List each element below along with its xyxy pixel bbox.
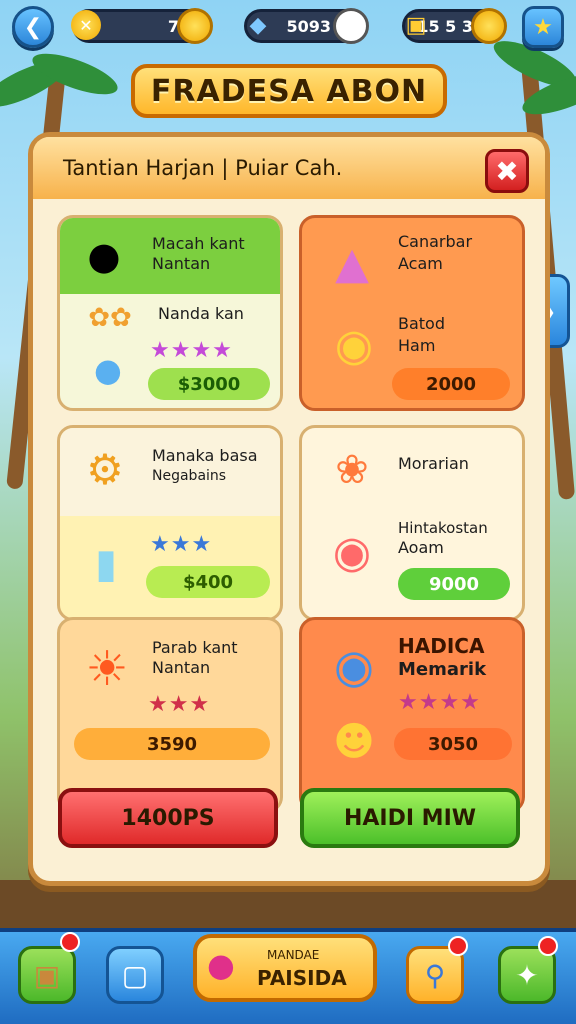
item-title: Canarbar	[398, 232, 473, 251]
fruit-icon: ◉	[332, 526, 372, 578]
back-button[interactable]: ❮	[12, 6, 54, 48]
coin-icon	[177, 8, 213, 44]
nav-main-label-2: PAISIDA	[257, 966, 347, 990]
item-title: HADICA	[398, 634, 485, 658]
rating-stars: ★★★	[150, 532, 213, 557]
rating-stars: ★★★★	[398, 690, 481, 715]
item-title: Morarian	[398, 454, 469, 473]
back-arrow-icon: ❮	[23, 14, 43, 40]
gem-icon: ◆	[249, 12, 267, 38]
shop-item-card[interactable]: ⚙ Manaka basa Negabains ▮ ★★★ $400	[57, 425, 283, 621]
item-desc-2: Aoam	[398, 538, 444, 557]
item-desc: Batod	[398, 314, 445, 333]
shop-item-card[interactable]: ☀ Parab kant Nantan ★★★ 3590	[57, 617, 283, 813]
panel-header-text: Tantian Harjan | Puiar Cah.	[63, 156, 343, 180]
nav-shop-button[interactable]: ▣	[18, 946, 76, 1004]
item-subtitle: Nantan	[152, 254, 211, 273]
notification-badge	[538, 936, 558, 956]
left-action-label: 1400PS	[121, 805, 215, 831]
timer-icon	[333, 8, 369, 44]
shop-item-card[interactable]: ▲ Canarbar Acam ◉ Batod Ham 2000	[299, 215, 525, 411]
price-tag[interactable]: $3000	[148, 368, 270, 400]
price-tag[interactable]: 9000	[398, 568, 510, 600]
panel-header: Tantian Harjan | Puiar Cah.	[33, 137, 545, 199]
price-value: 9000	[428, 573, 480, 595]
close-icon: ✖	[495, 154, 519, 188]
rating-stars: ★★★★	[150, 338, 233, 363]
currency-counter-2: ◆ 5093	[244, 8, 369, 44]
coin-icon	[471, 8, 507, 44]
price-tag[interactable]: 3590	[74, 728, 270, 760]
currency-counter-3: ▣ 15 5 3	[402, 8, 507, 44]
item-desc: Nanda kan	[158, 304, 244, 323]
item-subtitle: Negabains	[152, 468, 227, 484]
shop-panel: Tantian Harjan | Puiar Cah. ✖ ● Macah ka…	[28, 132, 550, 886]
nav-main-button[interactable]: ● MANDAE PAISIDA	[193, 934, 377, 1002]
lollipop-icon: ●	[207, 946, 235, 984]
right-action-label: HAIDI MIW	[343, 805, 477, 831]
pets-icon: ✿✿	[88, 303, 132, 333]
food-basket-icon: ❀	[335, 447, 369, 493]
top-bar: ❮ ✕ 7 ◆ 5093 ▣ 15 5 3 ★	[0, 0, 576, 56]
currency-2-value: 5093	[286, 16, 331, 36]
coins-pile-icon: ◉	[334, 319, 374, 371]
wand-icon: ✦	[515, 958, 539, 992]
price-value: 3050	[427, 733, 479, 755]
character-icon: ●	[87, 234, 121, 278]
price-tag[interactable]: 2000	[392, 368, 510, 400]
price-value: 2000	[425, 373, 477, 395]
price-tag[interactable]: $400	[146, 566, 270, 598]
barrel-icon: ◉	[333, 639, 375, 693]
item-subtitle: Memarik	[398, 659, 487, 680]
close-button[interactable]: ✖	[485, 149, 529, 193]
item-subtitle: Nantan	[152, 658, 211, 677]
favorite-button[interactable]: ★	[522, 6, 564, 48]
right-action-button[interactable]: HAIDI MIW	[300, 788, 520, 848]
gear-badge-icon: ⚙	[86, 444, 124, 494]
star-icon: ★	[533, 14, 553, 40]
notification-badge	[448, 936, 468, 956]
page-title: FRADESA ABON	[131, 64, 447, 118]
rating-stars: ★★★	[148, 692, 211, 717]
price-value: $400	[182, 571, 234, 593]
smiley-creature-icon: ☻	[333, 719, 375, 765]
shop-item-card[interactable]: ❀ Morarian ◉ Hintakostan Aoam 9000	[299, 425, 525, 621]
price-tag[interactable]: 3050	[394, 728, 512, 760]
item-title: Macah kant	[152, 234, 245, 253]
bird-icon: ●	[94, 351, 122, 389]
potion-icon: ▲	[335, 237, 369, 289]
shop-item-card[interactable]: ● Macah kant Nantan ✿✿ Nanda kan ● ★★★★ …	[57, 215, 283, 411]
item-subtitle: Acam	[398, 254, 443, 273]
square-icon: ▢	[121, 958, 149, 992]
left-action-button[interactable]: 1400PS	[58, 788, 278, 848]
item-title: Manaka basa	[152, 446, 258, 465]
sun-creature-icon: ☀	[85, 641, 129, 697]
item-desc: Hintakostan	[398, 519, 488, 537]
item-desc-2: Ham	[398, 336, 436, 355]
box-icon: ▣	[33, 958, 61, 992]
price-value: $3000	[177, 373, 241, 395]
treasure-icon: ▣	[405, 12, 427, 38]
shop-item-card[interactable]: ◉ HADICA Memarik ☻ ★★★★ 3050	[299, 617, 525, 813]
wrench-icon: ✕	[71, 10, 101, 40]
currency-counter-1: ✕ 7	[71, 8, 213, 44]
notification-badge	[60, 932, 80, 952]
price-value: 3590	[146, 733, 198, 755]
nav-inventory-button[interactable]: ▢	[106, 946, 164, 1004]
crystal-jar-icon: ▮	[94, 541, 117, 587]
item-title: Parab kant	[152, 638, 238, 657]
magnifier-icon: ⚲	[424, 958, 446, 992]
nav-main-label-1: MANDAE	[267, 948, 320, 962]
